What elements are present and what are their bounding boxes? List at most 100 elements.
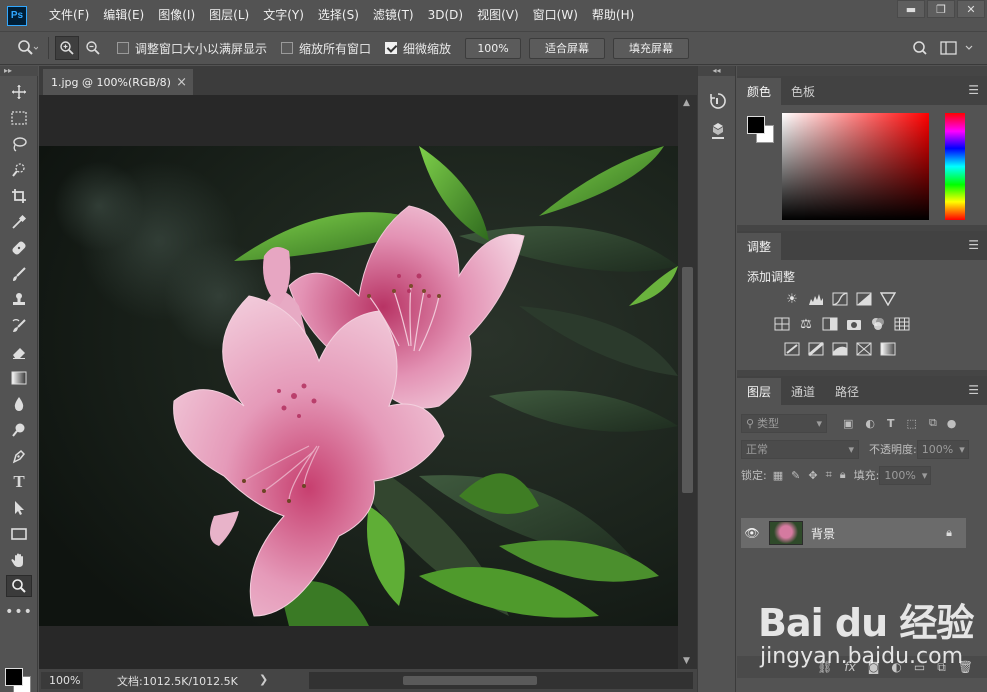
panel-menu-icon[interactable]: ☰ (968, 383, 979, 397)
tab-adjustments[interactable]: 调整 (737, 233, 782, 260)
zoom-in-icon[interactable] (55, 36, 79, 60)
filter-smart-object-icon[interactable]: ⧉ (929, 416, 937, 430)
scrubby-zoom-option[interactable]: 细微缩放 (385, 40, 451, 57)
menu-image[interactable]: 图像(I) (151, 0, 202, 31)
trash-icon[interactable]: 🗑︎ (958, 660, 973, 674)
zoom-percent-field[interactable]: 100% (465, 37, 522, 59)
menu-edit[interactable]: 编辑(E) (96, 0, 151, 31)
foreground-color-swatch[interactable] (5, 668, 23, 686)
zoom-tool-icon[interactable] (0, 573, 38, 599)
tab-channels[interactable]: 通道 (781, 378, 825, 405)
dodge-tool-icon[interactable] (0, 417, 38, 443)
horizontal-scrollbar[interactable] (309, 672, 693, 689)
status-zoom-field[interactable]: 100% (41, 672, 83, 689)
gradient-map-icon[interactable] (879, 340, 897, 358)
link-layers-icon[interactable]: ⛓ (817, 660, 832, 674)
lock-icon[interactable]: 🔒︎ (946, 526, 952, 540)
eraser-tool-icon[interactable] (0, 339, 38, 365)
add-mask-icon[interactable]: ◙ (868, 660, 880, 674)
opacity-input[interactable]: 100% ▾ (916, 439, 969, 459)
rectangle-tool-icon[interactable] (0, 521, 38, 547)
history-brush-tool-icon[interactable] (0, 313, 38, 339)
zoom-tool-preset-icon[interactable] (16, 39, 38, 57)
clone-stamp-tool-icon[interactable] (0, 287, 38, 313)
panels-collapse-bar[interactable] (737, 66, 987, 76)
close-tab-icon[interactable]: × (176, 75, 187, 90)
canvas-area[interactable] (39, 95, 678, 669)
history-panel-icon[interactable] (698, 86, 737, 116)
menu-filter[interactable]: 滤镜(T) (366, 0, 421, 31)
minimize-button[interactable]: ▬ (897, 0, 925, 18)
restore-button[interactable]: ❐ (927, 0, 955, 18)
search-icon[interactable] (912, 40, 928, 56)
exposure-icon[interactable] (855, 290, 873, 308)
menu-file[interactable]: 文件(F) (42, 0, 96, 31)
filter-adjustment-icon[interactable]: ◐ (865, 417, 875, 430)
close-button[interactable]: ✕ (957, 0, 985, 18)
new-group-icon[interactable]: ▭ (914, 660, 925, 674)
color-lookup-icon[interactable] (893, 315, 911, 333)
type-tool-icon[interactable]: T (0, 469, 38, 495)
eye-icon[interactable]: 👁︎ (741, 526, 763, 540)
menu-help[interactable]: 帮助(H) (585, 0, 641, 31)
levels-icon[interactable] (807, 290, 825, 308)
vibrance-icon[interactable] (879, 290, 897, 308)
new-layer-icon[interactable]: ⧉ (937, 660, 946, 675)
horizontal-scroll-thumb[interactable] (403, 676, 537, 685)
strip-collapse-bar[interactable]: ◂◂ (698, 66, 735, 76)
zoom-all-windows-option[interactable]: 缩放所有窗口 (281, 40, 371, 57)
scroll-up-icon[interactable]: ▲ (683, 98, 690, 108)
layer-name[interactable]: 背景 (811, 525, 835, 542)
menu-type[interactable]: 文字(Y) (256, 0, 311, 31)
crop-tool-icon[interactable] (0, 183, 38, 209)
eyedropper-tool-icon[interactable] (0, 209, 38, 235)
tab-swatches[interactable]: 色板 (781, 78, 825, 105)
canvas-image[interactable] (39, 146, 678, 626)
more-tools-icon[interactable]: ••• (0, 599, 38, 625)
vertical-scroll-thumb[interactable] (682, 267, 693, 493)
posterize-icon[interactable] (807, 340, 825, 358)
document-tab[interactable]: 1.jpg @ 100%(RGB/8) × (43, 69, 193, 95)
lock-image-icon[interactable]: ✎ (791, 469, 800, 482)
foreground-swatch[interactable] (747, 116, 765, 134)
hand-tool-icon[interactable] (0, 547, 38, 573)
black-white-icon[interactable] (821, 315, 839, 333)
color-picker-field[interactable] (782, 113, 929, 220)
menu-view[interactable]: 视图(V) (470, 0, 526, 31)
move-tool-icon[interactable] (0, 79, 38, 105)
properties-panel-icon[interactable] (698, 116, 737, 146)
menu-layer[interactable]: 图层(L) (202, 0, 256, 31)
layer-filter-kind[interactable]: ⚲ 类型 ▾ (741, 413, 827, 433)
curves-icon[interactable] (831, 290, 849, 308)
resize-windows-checkbox[interactable] (117, 42, 129, 54)
tools-collapse-bar[interactable]: ▸▸ (0, 66, 38, 76)
tab-paths[interactable]: 路径 (825, 378, 869, 405)
blend-mode-select[interactable]: 正常 ▾ (741, 439, 859, 459)
layer-row-background[interactable]: 👁︎ 背景 🔒︎ (741, 518, 966, 548)
channel-mixer-icon[interactable] (869, 315, 887, 333)
lock-position-icon[interactable]: ✥ (808, 469, 817, 482)
healing-brush-tool-icon[interactable] (0, 235, 38, 261)
lock-artboard-icon[interactable]: ⌗ (826, 468, 832, 482)
zoom-all-windows-checkbox[interactable] (281, 42, 294, 54)
path-selection-tool-icon[interactable] (0, 495, 38, 521)
filter-type-icon[interactable]: T (887, 417, 895, 430)
brush-tool-icon[interactable] (0, 261, 38, 287)
new-adjustment-icon[interactable]: ◐ (891, 660, 901, 674)
tab-layers[interactable]: 图层 (737, 378, 782, 405)
menu-3d[interactable]: 3D(D) (421, 0, 470, 31)
lock-transparent-icon[interactable]: ▦ (773, 469, 783, 482)
lock-all-icon[interactable]: 🔒︎ (840, 468, 846, 482)
blur-tool-icon[interactable] (0, 391, 38, 417)
lasso-tool-icon[interactable] (0, 131, 38, 157)
marquee-tool-icon[interactable] (0, 105, 38, 131)
resize-windows-option[interactable]: 调整窗口大小以满屏显示 (117, 40, 267, 57)
selective-color-icon[interactable] (855, 340, 873, 358)
fit-screen-button[interactable]: 适合屏幕 (529, 37, 606, 59)
zoom-out-icon[interactable] (81, 36, 105, 60)
gradient-tool-icon[interactable] (0, 365, 38, 391)
filter-pixel-icon[interactable]: ▣ (843, 417, 853, 430)
fill-input[interactable]: 100% ▾ (879, 465, 932, 485)
scrubby-zoom-checkbox[interactable] (385, 42, 398, 54)
panel-menu-icon[interactable]: ☰ (968, 83, 979, 97)
